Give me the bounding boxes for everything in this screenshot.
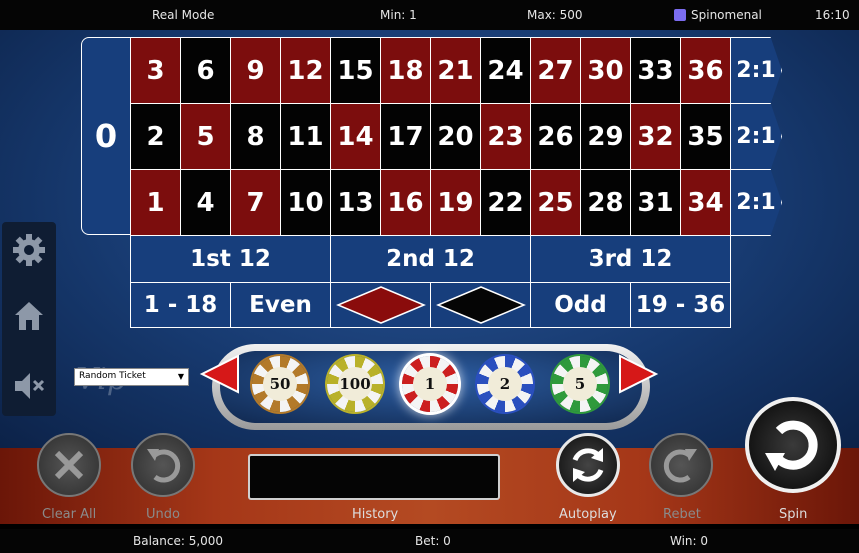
number-7[interactable]: 7 xyxy=(230,169,281,236)
number-34[interactable]: 34 xyxy=(680,169,731,236)
dozen-bet-2[interactable]: 2nd 12 xyxy=(330,235,531,283)
spin-label: Spin xyxy=(779,507,808,522)
undo-button[interactable] xyxy=(131,433,195,497)
chip-50[interactable]: 50 xyxy=(252,356,308,412)
mode-label: Real Mode xyxy=(152,8,215,22)
high-19-36-bet[interactable]: 19 - 36 xyxy=(630,282,731,328)
clear-all-button[interactable] xyxy=(37,433,101,497)
number-30[interactable]: 30 xyxy=(580,37,631,104)
number-11[interactable]: 11 xyxy=(280,103,331,170)
max-bet-label: Max: 500 xyxy=(527,8,583,22)
settings-gear-icon[interactable] xyxy=(11,232,47,268)
number-1[interactable]: 1 xyxy=(130,169,181,236)
number-28[interactable]: 28 xyxy=(580,169,631,236)
chip-value: 2 xyxy=(488,367,522,401)
chip-5[interactable]: 5 xyxy=(552,356,608,412)
column-bet-3[interactable]: 2:1 xyxy=(730,169,782,236)
min-bet-label: Min: 1 xyxy=(380,8,417,22)
number-5[interactable]: 5 xyxy=(180,103,231,170)
chip-100[interactable]: 100 xyxy=(327,356,383,412)
chip-scroll-left-icon[interactable] xyxy=(198,352,242,396)
chip-value: 50 xyxy=(263,367,297,401)
number-22[interactable]: 22 xyxy=(480,169,531,236)
red-bet[interactable] xyxy=(330,282,431,328)
number-31[interactable]: 31 xyxy=(630,169,681,236)
number-24[interactable]: 24 xyxy=(480,37,531,104)
red-diamond-icon xyxy=(335,286,426,324)
odd-bet[interactable]: Odd xyxy=(530,282,631,328)
close-icon xyxy=(54,450,84,480)
number-17[interactable]: 17 xyxy=(380,103,431,170)
number-18[interactable]: 18 xyxy=(380,37,431,104)
number-36[interactable]: 36 xyxy=(680,37,731,104)
number-26[interactable]: 26 xyxy=(530,103,581,170)
black-bet[interactable] xyxy=(430,282,531,328)
select-value: Random Ticket xyxy=(79,371,146,381)
history-label: History xyxy=(352,507,399,522)
number-3[interactable]: 3 xyxy=(130,37,181,104)
number-6[interactable]: 6 xyxy=(180,37,231,104)
spinomenal-icon xyxy=(674,9,686,21)
number-8[interactable]: 8 xyxy=(230,103,281,170)
number-25[interactable]: 25 xyxy=(530,169,581,236)
random-ticket-select[interactable]: Random Ticket ▼ xyxy=(74,368,189,386)
rebet-label: Rebet xyxy=(663,507,701,522)
bet-label: Bet: 0 xyxy=(415,534,451,548)
number-9[interactable]: 9 xyxy=(230,37,281,104)
win-label: Win: 0 xyxy=(670,534,709,548)
balance-label: Balance: 5,000 xyxy=(133,534,224,548)
clear-all-label: Clear All xyxy=(42,507,97,522)
side-menu xyxy=(2,222,56,416)
number-29[interactable]: 29 xyxy=(580,103,631,170)
number-32[interactable]: 32 xyxy=(630,103,681,170)
rebet-arrow-icon xyxy=(663,449,697,483)
chip-1[interactable]: 1 xyxy=(402,356,458,412)
even-bet[interactable]: Even xyxy=(230,282,331,328)
bottom-bar: Balance: 5,000 Bet: 0 Win: 0 xyxy=(0,529,859,553)
number-21[interactable]: 21 xyxy=(430,37,481,104)
undo-arrow-icon xyxy=(147,449,181,483)
dropdown-arrow-icon: ▼ xyxy=(177,372,184,381)
number-15[interactable]: 15 xyxy=(330,37,381,104)
number-16[interactable]: 16 xyxy=(380,169,431,236)
low-1-18-bet[interactable]: 1 - 18 xyxy=(130,282,231,328)
autoplay-label: Autoplay xyxy=(559,507,617,522)
chip-scroll-right-icon[interactable] xyxy=(616,352,660,396)
zero-pocket[interactable]: 0 xyxy=(81,37,131,235)
rebet-button[interactable] xyxy=(649,433,713,497)
autoplay-button[interactable] xyxy=(556,433,620,497)
dozen-bet-3[interactable]: 3rd 12 xyxy=(530,235,731,283)
number-14[interactable]: 14 xyxy=(330,103,381,170)
column-bet-2[interactable]: 2:1 xyxy=(730,103,782,170)
number-35[interactable]: 35 xyxy=(680,103,731,170)
spin-button[interactable] xyxy=(745,397,841,493)
number-2[interactable]: 2 xyxy=(130,103,181,170)
number-27[interactable]: 27 xyxy=(530,37,581,104)
number-23[interactable]: 23 xyxy=(480,103,531,170)
chip-2[interactable]: 2 xyxy=(477,356,533,412)
dozen-bet-1[interactable]: 1st 12 xyxy=(130,235,331,283)
black-diamond-icon xyxy=(435,286,526,324)
number-19[interactable]: 19 xyxy=(430,169,481,236)
number-12[interactable]: 12 xyxy=(280,37,331,104)
sound-mute-icon[interactable] xyxy=(11,368,47,404)
number-20[interactable]: 20 xyxy=(430,103,481,170)
number-13[interactable]: 13 xyxy=(330,169,381,236)
chip-value: 5 xyxy=(563,367,597,401)
spin-icon xyxy=(765,420,818,471)
chip-value: 100 xyxy=(338,367,372,401)
number-10[interactable]: 10 xyxy=(280,169,331,236)
home-icon[interactable] xyxy=(11,298,47,334)
clock: 16:10 xyxy=(815,8,850,22)
number-4[interactable]: 4 xyxy=(180,169,231,236)
history-panel[interactable] xyxy=(248,454,500,500)
brand-logo: Spinomenal xyxy=(674,8,762,22)
chip-value: 1 xyxy=(413,367,447,401)
number-33[interactable]: 33 xyxy=(630,37,681,104)
undo-label: Undo xyxy=(146,507,180,522)
top-bar: Real Mode Min: 1 Max: 500 Spinomenal 16:… xyxy=(0,0,859,30)
autoplay-cycle-icon xyxy=(572,448,604,482)
column-bet-1[interactable]: 2:1 xyxy=(730,37,782,104)
